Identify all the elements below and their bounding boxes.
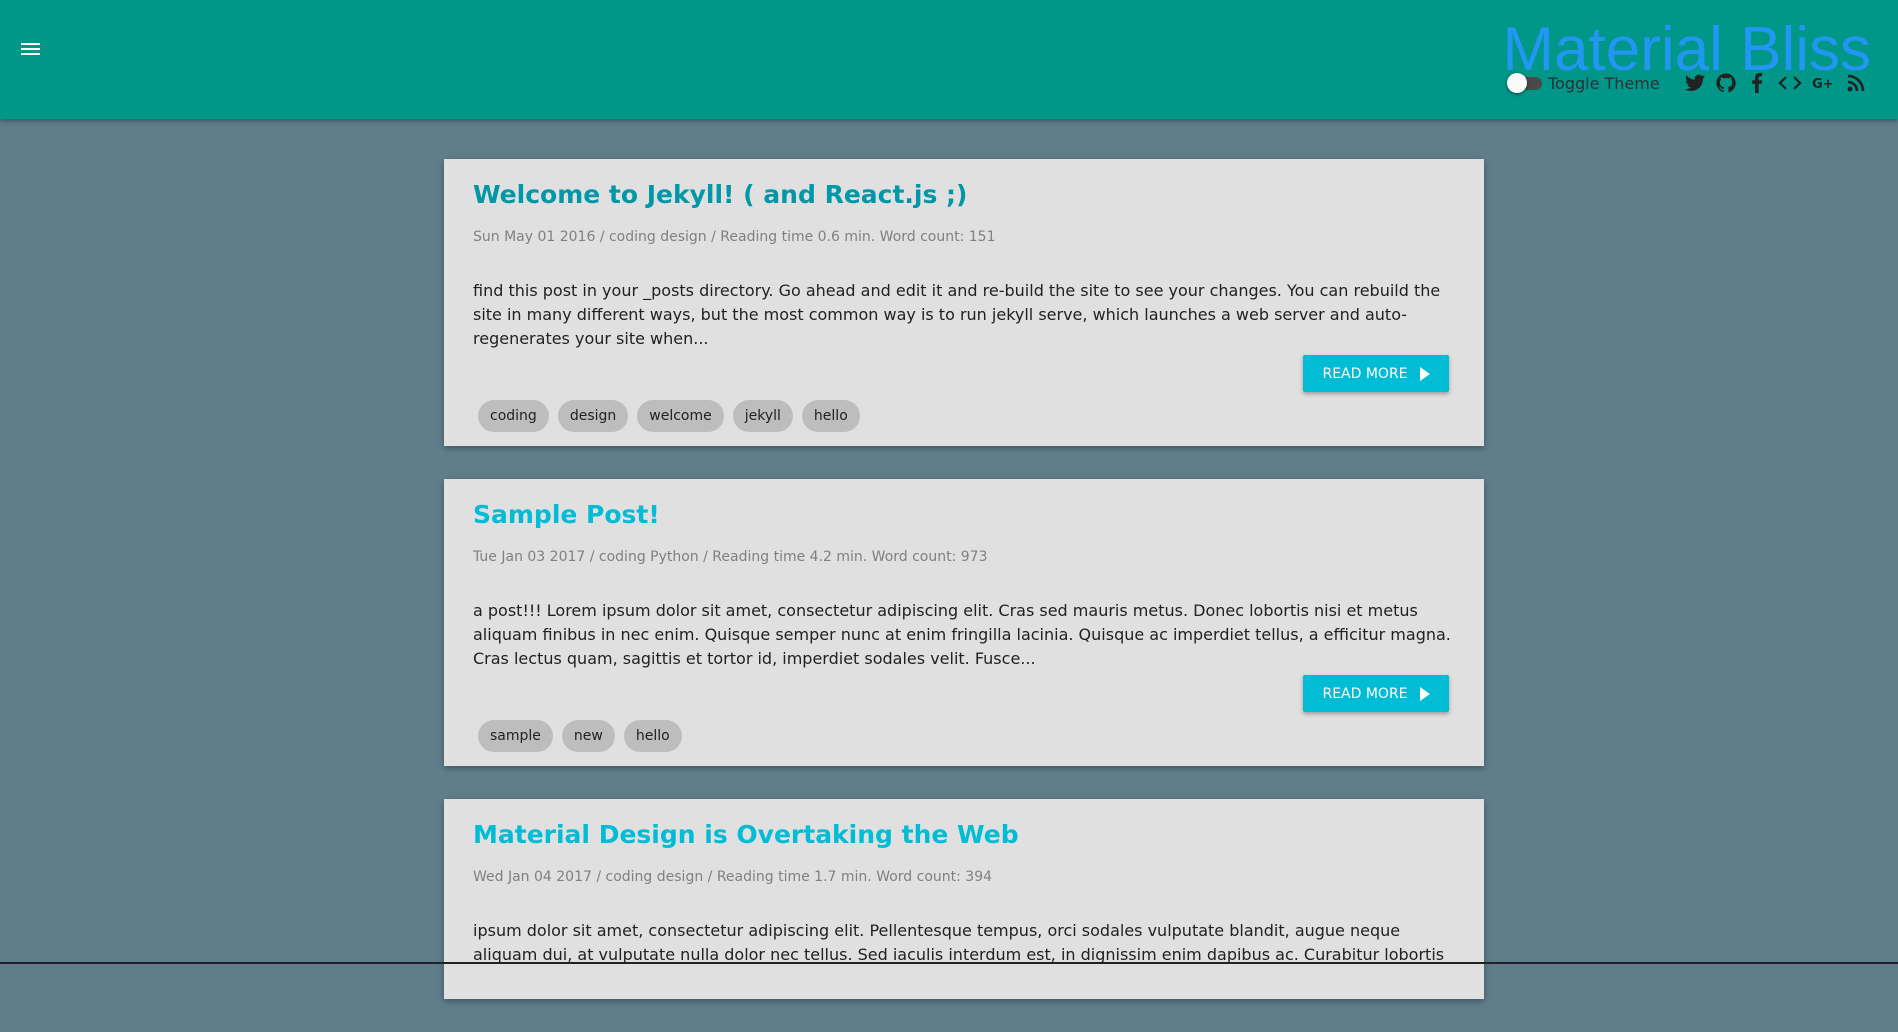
post-title-link[interactable]: Welcome to Jekyll! ( and React.js ;)	[473, 179, 1454, 211]
tag-chip[interactable]: sample	[478, 720, 553, 752]
facebook-icon[interactable]	[1746, 72, 1768, 94]
toggle-theme-label: Toggle Theme	[1548, 73, 1660, 93]
rss-icon[interactable]	[1845, 72, 1867, 94]
post-feed: Welcome to Jekyll! ( and React.js ;) Sun…	[444, 159, 1484, 1032]
app-bar: Material Bliss Toggle Theme G+	[0, 0, 1898, 119]
post-excerpt: ipsum dolor sit amet, consectetur adipis…	[473, 921, 1445, 964]
play-arrow-icon	[1419, 366, 1430, 381]
post-title-link[interactable]: Material Design is Overtaking the Web	[473, 819, 1454, 851]
twitter-icon[interactable]	[1684, 72, 1706, 94]
post-excerpt: a post!!! Lorem ipsum dolor sit amet, co…	[473, 601, 1451, 668]
tag-chip[interactable]: coding	[478, 400, 549, 432]
hamburger-menu-icon[interactable]	[18, 38, 44, 60]
google-plus-icon[interactable]: G+	[1812, 72, 1836, 94]
post-meta: Wed Jan 04 2017 / coding design / Readin…	[473, 869, 993, 885]
theme-toggle-knob	[1507, 73, 1527, 93]
header-toolbar: Toggle Theme G+	[1507, 71, 1867, 95]
tag-chip[interactable]: hello	[801, 400, 860, 432]
tag-chip[interactable]: design	[557, 400, 629, 432]
post-card: Welcome to Jekyll! ( and React.js ;) Sun…	[444, 159, 1484, 446]
read-more-button[interactable]: READ MORE	[1303, 355, 1449, 392]
svg-text:G+: G+	[1812, 77, 1834, 91]
github-icon[interactable]	[1715, 72, 1737, 94]
read-more-label: READ MORE	[1322, 685, 1408, 702]
tag-chip[interactable]: new	[561, 720, 615, 752]
post-meta: Tue Jan 03 2017 / coding Python / Readin…	[473, 549, 988, 565]
social-links: G+	[1684, 72, 1867, 94]
tag-list: coding design welcome jekyll hello	[478, 400, 860, 432]
code-icon[interactable]	[1777, 72, 1803, 94]
play-arrow-icon	[1419, 686, 1430, 701]
tag-chip[interactable]: welcome	[637, 400, 724, 432]
post-meta: Sun May 01 2016 / coding design / Readin…	[473, 229, 996, 245]
tag-chip[interactable]: jekyll	[732, 400, 793, 432]
post-title-link[interactable]: Sample Post!	[473, 499, 1454, 531]
theme-toggle[interactable]	[1507, 71, 1543, 95]
read-more-label: READ MORE	[1322, 365, 1408, 382]
tag-list: sample new hello	[478, 720, 682, 752]
tag-chip[interactable]: hello	[623, 720, 682, 752]
post-card: Material Design is Overtaking the Web We…	[444, 799, 1484, 999]
post-excerpt: find this post in your _posts directory.…	[473, 281, 1441, 348]
read-more-button[interactable]: READ MORE	[1303, 675, 1449, 712]
post-card: Sample Post! Tue Jan 03 2017 / coding Py…	[444, 479, 1484, 766]
